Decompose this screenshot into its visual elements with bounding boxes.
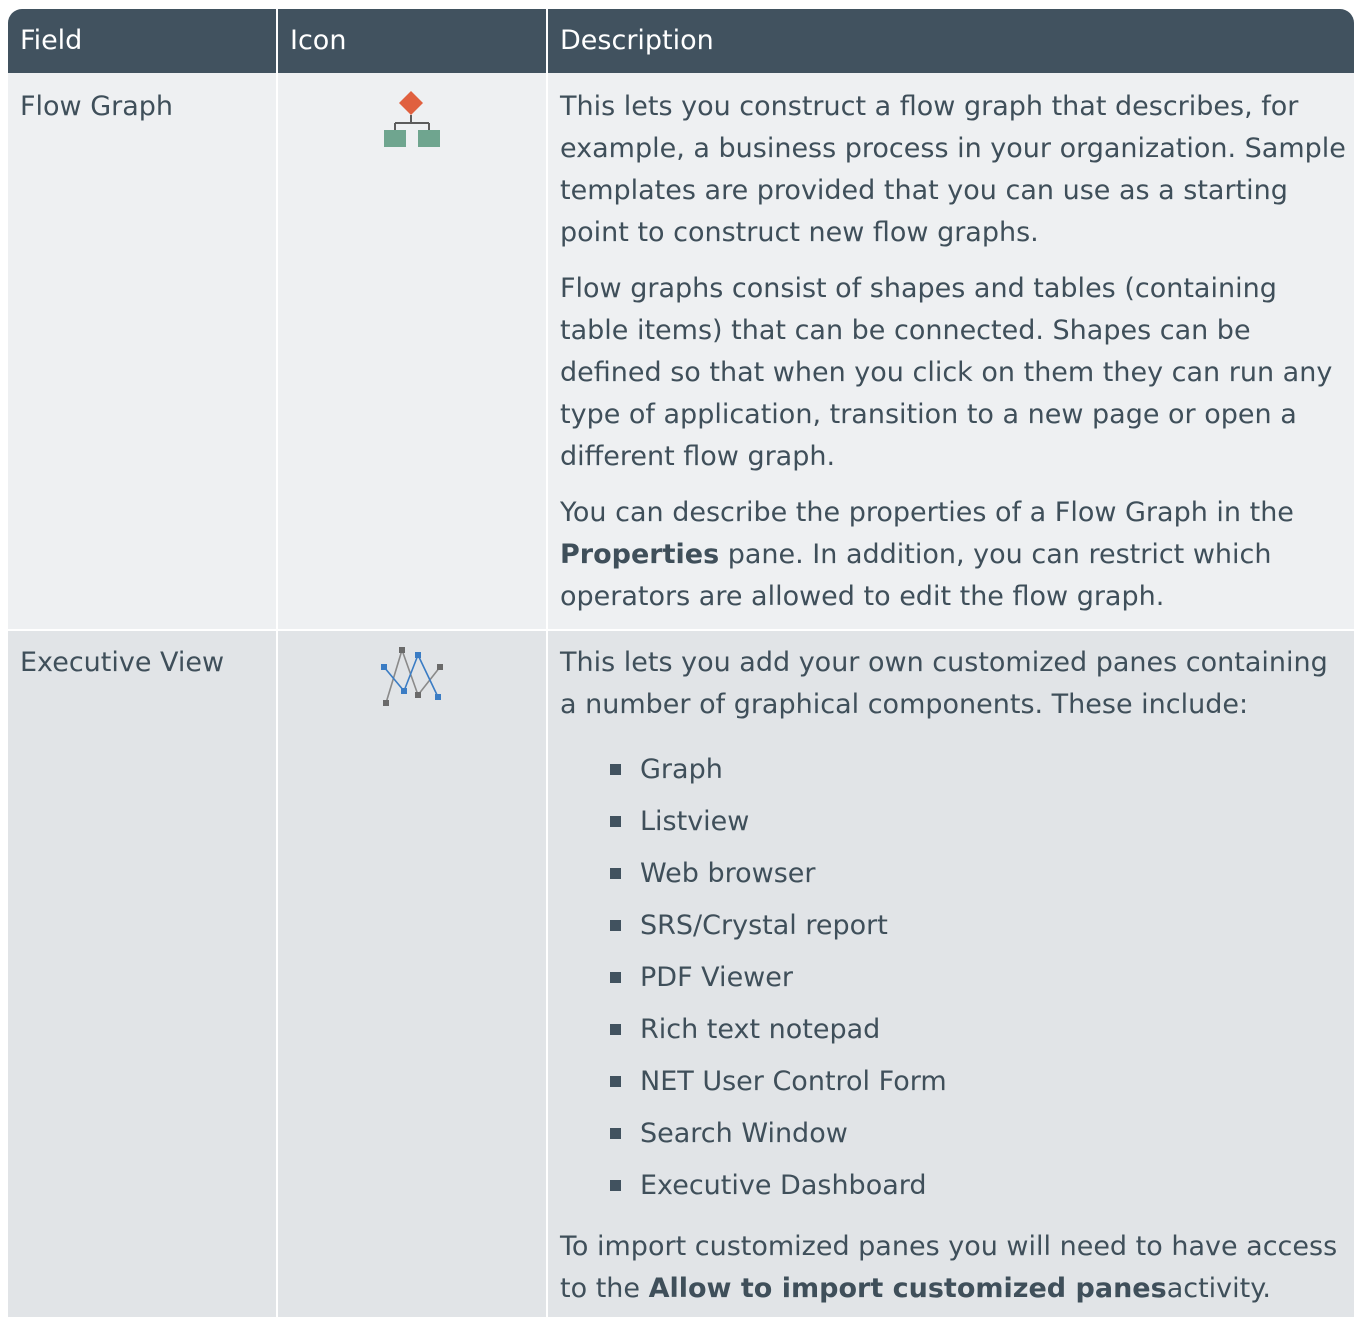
list-item: NET User Control Form [560, 1056, 1350, 1108]
list-item-label: Web browser [640, 858, 816, 889]
header-description: Description [560, 25, 714, 56]
bullet-icon [610, 920, 621, 931]
description-flow-graph: This lets you construct a flow graph tha… [560, 86, 1350, 632]
list-item: Search Window [560, 1108, 1350, 1160]
flow-graph-icon [382, 89, 442, 155]
bullet-icon [610, 764, 621, 775]
description-paragraph: To import customized panes you will need… [560, 1226, 1350, 1310]
description-paragraph: This lets you add your own customized pa… [560, 647, 1328, 720]
header-field: Field [20, 25, 83, 56]
list-item-label: Rich text notepad [640, 1014, 881, 1045]
bullet-icon [610, 972, 621, 983]
bullet-icon [610, 1024, 621, 1035]
list-item: Executive Dashboard [560, 1160, 1350, 1212]
component-list: Graph Listview Web browser SRS/Crystal r… [560, 744, 1350, 1212]
description-paragraph: This lets you construct a flow graph tha… [560, 91, 1346, 248]
description-text: You can describe the properties of a Flo… [560, 497, 1294, 528]
activity-term: Allow to import customized panes [648, 1273, 1167, 1304]
properties-term: Properties [560, 539, 720, 570]
table-header: Field Icon Description [8, 9, 1354, 73]
description-paragraph: Flow graphs consist of shapes and tables… [560, 273, 1333, 472]
column-divider [546, 73, 548, 1317]
bullet-icon [610, 1180, 621, 1191]
list-item: Web browser [560, 848, 1350, 900]
list-item: Rich text notepad [560, 1004, 1350, 1056]
list-item: Graph [560, 744, 1350, 796]
list-item-label: Graph [640, 754, 723, 785]
column-divider [276, 73, 278, 1317]
description-text: activity. [1166, 1273, 1271, 1304]
field-executive-view: Executive View [20, 647, 225, 678]
bullet-icon [610, 868, 621, 879]
list-item-label: Executive Dashboard [640, 1170, 927, 1201]
list-item-label: Listview [640, 806, 750, 837]
list-item-label: Search Window [640, 1118, 848, 1149]
list-item-label: PDF Viewer [640, 962, 793, 993]
data-table: Field Icon Description Flow Graph This l… [8, 9, 1354, 1317]
list-item: PDF Viewer [560, 952, 1350, 1004]
list-item-label: NET User Control Form [640, 1066, 947, 1097]
bullet-icon [610, 816, 621, 827]
list-item: Listview [560, 796, 1350, 848]
description-executive-view: This lets you add your own customized pa… [560, 642, 1350, 1317]
list-item: SRS/Crystal report [560, 900, 1350, 952]
bullet-icon [610, 1128, 621, 1139]
list-item-label: SRS/Crystal report [640, 910, 888, 941]
field-flow-graph: Flow Graph [20, 91, 174, 122]
bullet-icon [610, 1076, 621, 1087]
executive-view-icon [380, 645, 446, 711]
description-paragraph: You can describe the properties of a Flo… [560, 492, 1350, 618]
header-icon: Icon [290, 25, 347, 56]
